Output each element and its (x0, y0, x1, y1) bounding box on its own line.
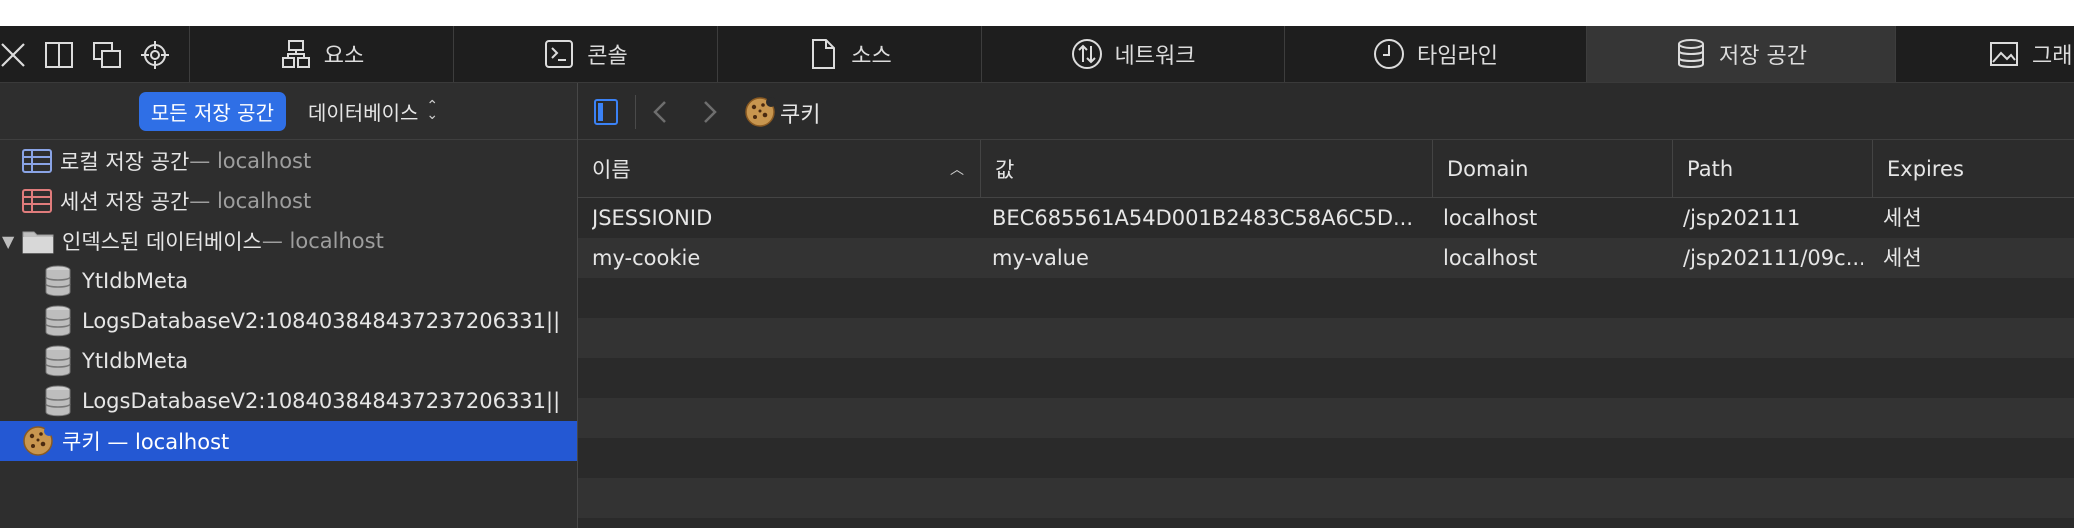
tab-elements[interactable]: 요소 (191, 26, 454, 82)
sidebar-item-label: 로컬 저장 공간 (60, 150, 190, 174)
cell-value: BEC685561A54D001B2483C58A6C5D... (992, 206, 1414, 230)
tab-label: 콘솔 (587, 44, 628, 69)
cookies-table: 이름 ︿ 값 Domain Path Expires JSESSIONID BE… (578, 140, 2074, 518)
breadcrumb-title: 쿠키 (780, 103, 821, 128)
sidebar-item-label: YtIdbMeta (82, 269, 189, 293)
database-icon (45, 305, 71, 337)
tab-sources[interactable]: 소스 (718, 26, 982, 82)
sidebar-item-host: — localhost (189, 189, 312, 213)
tab-console[interactable]: 콘솔 (454, 26, 718, 82)
column-header-expires[interactable]: Expires (1872, 140, 2074, 198)
console-icon (545, 40, 574, 68)
sidebar-item-cookies[interactable]: 쿠키 — localhost (0, 421, 577, 461)
tab-timeline[interactable]: 타임라인 (1285, 26, 1587, 82)
database-icon (45, 385, 71, 417)
tab-label: 저장 공간 (1719, 44, 1807, 69)
sidebar-item-host: — localhost (261, 229, 384, 253)
storage-icon (1678, 39, 1705, 68)
cell-path: /jsp202111 (1683, 206, 1801, 230)
cell-value: my-value (992, 246, 1089, 270)
tab-label: 소스 (851, 44, 892, 69)
table-row-empty (578, 398, 2074, 438)
element-picker-icon[interactable] (140, 40, 170, 70)
sidebar-item-label: YtIdbMeta (82, 349, 189, 373)
cookie-icon (23, 426, 54, 456)
forward-chevron-icon[interactable] (700, 100, 720, 124)
sidebar-header: 모든 저장 공간 데이터베이스 ⌃ ⌄ (0, 83, 577, 140)
cell-name: my-cookie (592, 246, 701, 270)
cell-name: JSESSIONID (592, 206, 713, 230)
column-header-value[interactable]: 값 (980, 140, 1432, 198)
sidebar-item-label: 세션 저장 공간 (60, 190, 190, 214)
network-icon (1071, 39, 1102, 69)
table-row-empty (578, 478, 2074, 518)
cell-expires: 세션 (1883, 206, 1922, 230)
table-body: JSESSIONID BEC685561A54D001B2483C58A6C5D… (578, 198, 2074, 518)
tab-label: 그래픽 (2032, 44, 2074, 69)
cell-domain: localhost (1443, 246, 1538, 270)
table-header: 이름 ︿ 값 Domain Path Expires (578, 140, 2074, 198)
sidebar-item-local-storage[interactable]: 로컬 저장 공간 — localhost (0, 141, 577, 181)
close-icon[interactable] (0, 40, 30, 70)
timeline-icon (1374, 39, 1405, 69)
sidebar-item-database[interactable]: YtIdbMeta (0, 261, 577, 301)
scope-select[interactable]: 데이터베이스 ⌃ ⌄ (308, 97, 438, 126)
cookie-icon (745, 97, 776, 127)
cell-domain: localhost (1443, 206, 1538, 230)
back-chevron-icon[interactable] (650, 100, 670, 124)
scope-select-value: 데이터베이스 (307, 100, 419, 125)
graphics-icon (1990, 42, 2018, 66)
table-row-empty (578, 278, 2074, 318)
content-navigation-bar: 쿠키 (578, 83, 2074, 140)
disclosure-triangle-icon[interactable]: ▼ (2, 232, 22, 251)
tab-network[interactable]: 네트워크 (982, 26, 1285, 82)
sidebar-item-host: — localhost (189, 149, 312, 173)
nav-separator (635, 95, 636, 129)
database-icon (45, 345, 71, 377)
undock-window-icon[interactable] (92, 40, 122, 70)
sort-ascending-icon: ︿ (950, 162, 964, 178)
table-row-empty (578, 358, 2074, 398)
table-icon (22, 189, 52, 213)
elements-icon (281, 40, 310, 68)
storage-content: 쿠키 이름 ︿ 값 Domain Path Expires JSESSIONID… (578, 83, 2074, 528)
all-storage-filter-button[interactable]: 모든 저장 공간 (138, 91, 286, 131)
column-header-name[interactable]: 이름 ︿ (578, 140, 978, 198)
tab-label: 타임라인 (1417, 44, 1498, 69)
tab-label: 요소 (323, 44, 365, 69)
sidebar-item-database[interactable]: LogsDatabaseV2:10840384843723720633​1|| (0, 301, 577, 341)
sidebar-item-label: 인덱스된 데이터베이스 (62, 230, 262, 254)
sidebar-item-label: LogsDatabaseV2:10840384843723720633​1|| (82, 309, 561, 333)
cell-expires: 세션 (1883, 246, 1922, 270)
sidebar-item-label: LogsDatabaseV2:10840384843723720633​1|| (82, 389, 561, 413)
tab-label: 네트워크 (1114, 44, 1196, 69)
tab-storage[interactable]: 저장 공간 (1587, 26, 1896, 82)
folder-icon (22, 231, 54, 254)
sidebar-item-database[interactable]: YtIdbMeta (0, 341, 577, 381)
table-row-empty (578, 438, 2074, 478)
dock-side-icon[interactable] (44, 40, 74, 70)
storage-sidebar: 모든 저장 공간 데이터베이스 ⌃ ⌄ 로컬 저장 공간 — localhost … (0, 83, 578, 528)
sidebar-item-database[interactable]: LogsDatabaseV2:10840384843723720633​1|| (0, 381, 577, 421)
sidebar-item-session-storage[interactable]: 세션 저장 공간 — localhost (0, 181, 577, 221)
updown-chevron-icon: ⌃ ⌄ (426, 98, 439, 123)
sidebar-item-label: 쿠키 — localhost (62, 430, 230, 454)
column-header-domain[interactable]: Domain (1432, 140, 1672, 198)
column-header-path[interactable]: Path (1672, 140, 1872, 198)
sidebar-toggle-icon[interactable] (593, 98, 619, 126)
sidebar-item-indexed-db[interactable]: ▼ 인덱스된 데이터베이스 — localhost (0, 221, 577, 261)
window-top-strip (0, 0, 2074, 26)
tab-graphics[interactable]: 그래픽 (1896, 26, 2074, 82)
devtools-tab-bar: 요소 콘솔 소스 네트워크 타임라인 저장 공간 그래픽 (0, 26, 2074, 83)
table-icon (22, 149, 52, 173)
table-row-empty (578, 318, 2074, 358)
sources-icon (812, 39, 836, 69)
database-icon (45, 265, 71, 297)
table-row[interactable]: JSESSIONID BEC685561A54D001B2483C58A6C5D… (578, 198, 2074, 238)
cell-path: /jsp202111/09c... (1683, 246, 1863, 270)
table-row[interactable]: my-cookie my-value localhost /jsp202111/… (578, 238, 2074, 278)
toolbar-icons (0, 26, 190, 82)
